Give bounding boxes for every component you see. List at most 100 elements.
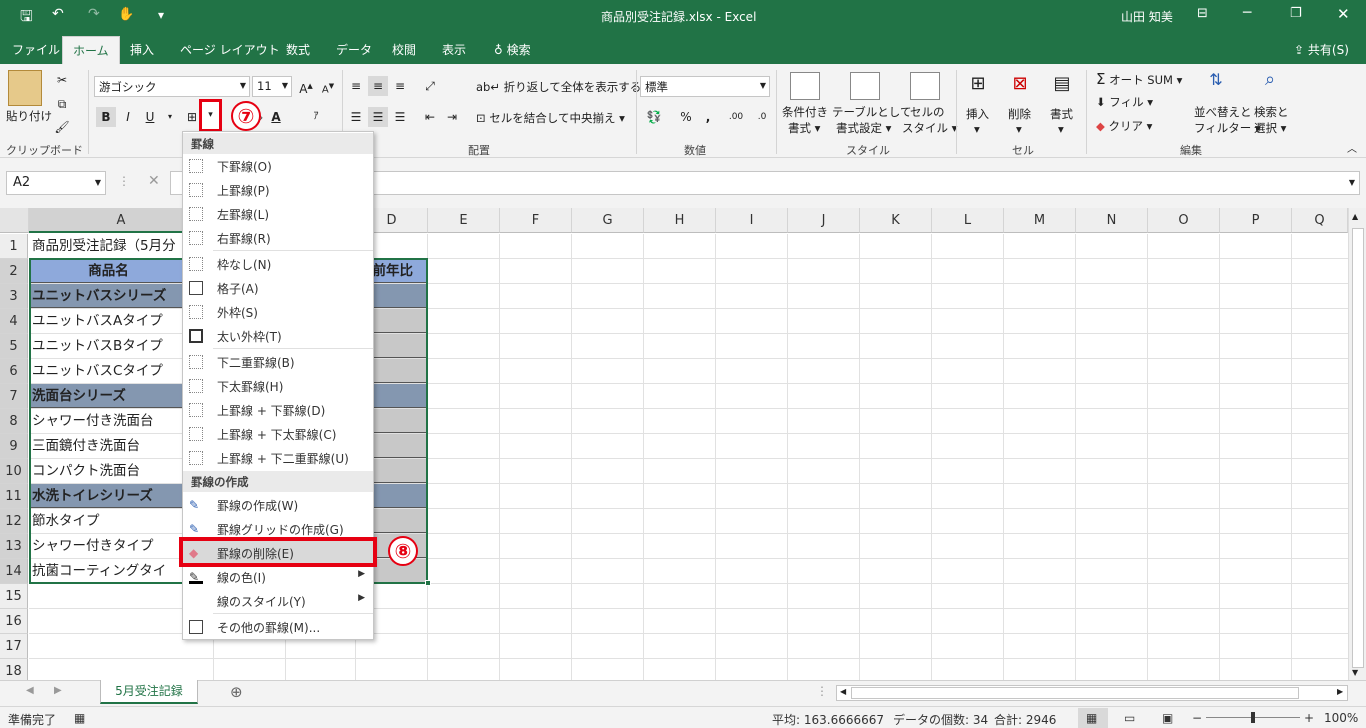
row-header-12[interactable]: 12 — [0, 509, 28, 534]
redo-icon[interactable]: ↷ — [88, 6, 100, 22]
row-header-1[interactable]: 1 — [0, 234, 28, 259]
macro-record-icon[interactable]: ▦ — [74, 711, 85, 725]
clear-button[interactable]: ◆ クリア ▾ — [1096, 118, 1152, 134]
zoom-in-icon[interactable]: + — [1304, 711, 1314, 725]
shrink-font-icon[interactable]: A▼ — [318, 76, 338, 96]
menu-item-line-style[interactable]: 線のスタイル(Y) ▶ — [183, 589, 373, 613]
menu-item-no-border[interactable]: 枠なし(N) — [183, 252, 373, 276]
number-format-select[interactable]: 標準 ▼ — [640, 76, 770, 97]
horizontal-scroll-thumb[interactable] — [851, 687, 1299, 699]
horizontal-scrollbar[interactable]: ◀ ▶ — [836, 685, 1348, 701]
column-header-l[interactable]: L — [932, 208, 1004, 233]
normal-view-icon[interactable]: ▦ — [1086, 711, 1097, 725]
orientation-icon[interactable]: ⤢ — [420, 76, 440, 96]
tab-review[interactable]: 校閲 — [392, 41, 416, 58]
menu-item-draw-border-grid[interactable]: ✎ 罫線グリッドの作成(G) — [183, 517, 373, 541]
grow-font-icon[interactable]: A▲ — [296, 76, 316, 96]
sum-status[interactable]: 合計: 2946 — [994, 711, 1056, 728]
font-size-select[interactable]: 11 ▼ — [252, 76, 292, 97]
column-header-p[interactable]: P — [1220, 208, 1292, 233]
column-header-k[interactable]: K — [860, 208, 932, 233]
format-as-table-button[interactable]: テーブルとして 書式設定 ▾ — [832, 104, 911, 136]
menu-item-bottom-double-border[interactable]: 下二重罫線(B) — [183, 350, 373, 374]
average-status[interactable]: 平均: 163.6666667 — [772, 711, 884, 728]
fill-button[interactable]: ⬇ フィル ▾ — [1096, 94, 1153, 110]
scroll-right-icon[interactable]: ▶ — [1337, 687, 1343, 696]
increase-decimal-icon[interactable]: .00 — [726, 107, 746, 127]
page-break-view-icon[interactable]: ▣ — [1162, 711, 1173, 725]
column-header-i[interactable]: I — [716, 208, 788, 233]
underline-dropdown-icon[interactable]: ▾ — [160, 107, 180, 127]
sort-filter-button[interactable]: 並べ替えと フィルター ▾ — [1194, 104, 1261, 136]
autosum-button[interactable]: Σ オート SUM ▾ — [1096, 70, 1182, 88]
paste-icon[interactable] — [8, 70, 42, 106]
currency-icon[interactable]: 💱 — [644, 107, 664, 127]
borders-dropdown-button[interactable]: ▾ — [199, 99, 222, 132]
scroll-left-icon[interactable]: ◀ — [840, 687, 846, 696]
column-header-n[interactable]: N — [1076, 208, 1148, 233]
cell-a1[interactable]: 商品別受注記録（5月分 — [29, 234, 189, 259]
page-layout-view-icon[interactable]: ▭ — [1124, 711, 1135, 725]
touch-mode-icon[interactable]: ✋ — [118, 7, 134, 22]
menu-item-more-borders[interactable]: その他の罫線(M)... — [183, 615, 373, 639]
wrap-text-button[interactable]: ab↵ 折り返して全体を表示する — [476, 79, 641, 95]
vertical-scroll-thumb[interactable] — [1352, 228, 1364, 668]
row-header-5[interactable]: 5 — [0, 334, 28, 359]
cut-icon[interactable]: ✂ — [52, 70, 72, 90]
align-top-icon[interactable]: ≡ — [346, 76, 366, 96]
cell-a6[interactable]: ユニットバスCタイプ — [29, 359, 185, 384]
tab-data[interactable]: データ — [336, 41, 372, 58]
row-header-4[interactable]: 4 — [0, 309, 28, 334]
format-cells-button[interactable]: 書式 ▾ — [1050, 106, 1073, 136]
next-sheet-icon[interactable]: ▶ — [54, 685, 62, 696]
bold-icon[interactable]: B — [96, 107, 116, 127]
column-header-m[interactable]: M — [1004, 208, 1076, 233]
count-status[interactable]: データの個数: 34 — [893, 711, 988, 728]
cell-a11[interactable]: 水洗トイレシリーズ — [29, 484, 185, 509]
cell-a8[interactable]: シャワー付き洗面台 — [29, 409, 185, 434]
underline-icon[interactable]: U — [140, 107, 160, 127]
tab-view[interactable]: 表示 — [442, 41, 466, 58]
undo-icon[interactable]: ↶ — [52, 6, 64, 22]
cell-a14[interactable]: 抗菌コーティングタイ — [29, 559, 185, 584]
decrease-indent-icon[interactable]: ⇤ — [420, 107, 440, 127]
tab-insert[interactable]: 挿入 — [130, 41, 154, 58]
scroll-down-icon[interactable]: ▼ — [1352, 668, 1358, 677]
menu-item-all-borders[interactable]: 格子(A) — [183, 276, 373, 300]
decrease-decimal-icon[interactable]: .0 — [752, 107, 772, 127]
row-header-10[interactable]: 10 — [0, 459, 28, 484]
row-header-16[interactable]: 16 — [0, 609, 28, 634]
column-header-f[interactable]: F — [500, 208, 572, 233]
cell-a12[interactable]: 節水タイプ — [29, 509, 185, 534]
menu-item-thick-bottom-border[interactable]: 下太罫線(H) — [183, 374, 373, 398]
save-icon[interactable]: 🖫 — [20, 6, 33, 31]
tab-page-layout[interactable]: ページ レイアウト — [180, 41, 280, 58]
cell-a2[interactable]: 商品名 — [29, 259, 185, 284]
percent-icon[interactable]: % — [676, 107, 696, 127]
row-header-9[interactable]: 9 — [0, 434, 28, 459]
align-left-icon[interactable]: ☰ — [346, 107, 366, 127]
row-header-8[interactable]: 8 — [0, 409, 28, 434]
menu-item-top-thick-bottom-border[interactable]: 上罫線 + 下太罫線(C) — [183, 422, 373, 446]
menu-item-top-bottom-border[interactable]: 上罫線 + 下罫線(D) — [183, 398, 373, 422]
format-painter-icon[interactable]: 🖌 — [52, 117, 72, 137]
user-name[interactable]: 山田 知美 — [1121, 8, 1173, 25]
sheet-tab-may[interactable]: 5月受注記録 — [100, 680, 198, 704]
column-header-q[interactable]: Q — [1292, 208, 1348, 233]
column-header-h[interactable]: H — [644, 208, 716, 233]
cell-a10[interactable]: コンパクト洗面台 — [29, 459, 185, 484]
cell-a13[interactable]: シャワー付きタイプ — [29, 534, 185, 559]
tab-home[interactable]: ホーム — [62, 36, 120, 64]
restore-icon[interactable]: ❐ — [1290, 6, 1302, 21]
cell-a7[interactable]: 洗面台シリーズ — [29, 384, 185, 409]
menu-item-line-color[interactable]: ✎ 線の色(I) ▶ — [183, 565, 373, 589]
comma-icon[interactable]: , — [698, 107, 718, 127]
phonetic-icon[interactable]: ｱ — [306, 107, 326, 127]
zoom-out-icon[interactable]: − — [1192, 711, 1202, 725]
paste-button[interactable]: 貼り付け — [6, 108, 52, 124]
font-color-icon[interactable]: A — [266, 107, 286, 127]
select-all[interactable] — [0, 208, 29, 233]
share-button[interactable]: ⇪ 共有(S) — [1294, 41, 1349, 58]
insert-cells-button[interactable]: 挿入 ▾ — [966, 106, 989, 136]
menu-item-erase-border[interactable]: ◆ 罫線の削除(E) — [183, 541, 373, 565]
